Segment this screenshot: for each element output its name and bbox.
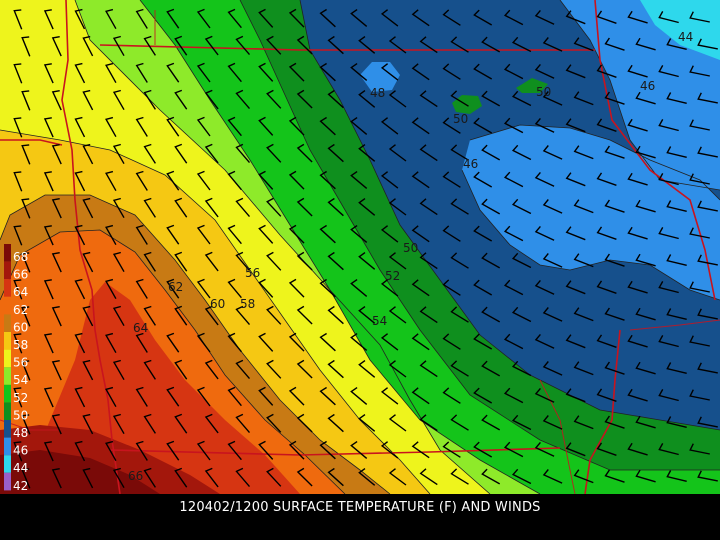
legend-label-66: 66 — [13, 268, 28, 282]
temperature-map-canvas: 44 46 48 50 50 46 50 52 54 56 58 60 62 6… — [0, 0, 720, 494]
contour-label-64: 64 — [133, 321, 148, 335]
weather-map: 44 46 48 50 50 46 50 52 54 56 58 60 62 6… — [0, 0, 720, 540]
legend-label-54: 54 — [13, 373, 28, 387]
legend-swatch-46 — [4, 437, 11, 456]
contour-label-46: 46 — [463, 157, 478, 171]
contour-label-56: 56 — [245, 266, 260, 280]
legend-label-58: 58 — [13, 338, 28, 352]
legend-label-62: 62 — [13, 303, 28, 317]
legend-label-50: 50 — [13, 408, 28, 422]
contour-label-50-a: 50 — [536, 85, 551, 99]
legend-swatch-60 — [4, 314, 11, 332]
legend-swatch-48 — [4, 420, 11, 438]
temperature-legend: 68 66 64 62 60 58 56 54 52 50 48 46 44 42 — [4, 244, 28, 493]
legend-swatch-56 — [4, 349, 11, 368]
contour-label-48: 48 — [370, 86, 385, 100]
contour-label-58: 58 — [240, 297, 255, 311]
contour-label-54: 54 — [372, 314, 387, 328]
legend-label-46: 46 — [13, 444, 28, 458]
legend-label-52: 52 — [13, 391, 28, 405]
legend-swatch-54 — [4, 367, 11, 385]
legend-swatch-52 — [4, 384, 11, 403]
legend-swatch-64 — [4, 279, 11, 297]
legend-swatch-62 — [4, 296, 11, 315]
legend-label-60: 60 — [13, 320, 28, 334]
contour-label-46-ne: 46 — [640, 79, 655, 93]
contour-label-50-b: 50 — [453, 112, 468, 126]
legend-swatch-66 — [4, 261, 11, 280]
contour-label-44: 44 — [678, 30, 693, 44]
contour-label-66: 66 — [128, 469, 143, 483]
contour-label-60: 60 — [210, 297, 225, 311]
legend-swatch-68 — [4, 244, 11, 262]
legend-swatch-58 — [4, 332, 11, 350]
legend-swatch-44 — [4, 455, 11, 473]
legend-label-68: 68 — [13, 250, 28, 264]
legend-swatch-42 — [4, 472, 11, 491]
map-caption: 120402/1200 SURFACE TEMPERATURE (F) AND … — [179, 500, 541, 515]
contour-label-52: 52 — [385, 269, 400, 283]
legend-label-56: 56 — [13, 356, 28, 370]
contour-label-50-c: 50 — [403, 241, 418, 255]
legend-label-42: 42 — [13, 479, 28, 493]
temperature-fill-layer: 44 46 48 50 50 46 50 52 54 56 58 60 62 6… — [0, 0, 720, 494]
legend-label-44: 44 — [13, 461, 28, 475]
legend-swatch-50 — [4, 402, 11, 420]
legend-label-48: 48 — [13, 426, 28, 440]
contour-label-62: 62 — [168, 280, 183, 294]
legend-label-64: 64 — [13, 285, 28, 299]
